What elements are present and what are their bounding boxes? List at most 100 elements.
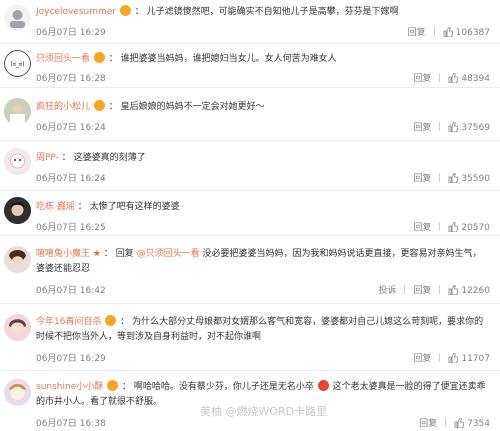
avatar[interactable] — [4, 314, 31, 341]
avatar[interactable] — [4, 98, 31, 125]
user-badge-icon — [119, 5, 131, 16]
comment: Joycelovesummer ： 儿子滤镜傻然吧，可能确实不自知他儿子是高攀，… — [0, 0, 500, 44]
comment-username[interactable]: 只须回头一看 — [36, 54, 90, 64]
avatar[interactable] — [4, 148, 31, 175]
reply-button[interactable]: 回复 — [413, 354, 431, 364]
avatar-image — [4, 314, 31, 341]
comment: 嘻嘻兔小魔王 ★ ： 回复 @只须回头一看 没必要把婆婆当妈妈，因为我和妈妈说话… — [0, 236, 500, 303]
angry-face-emoji-icon — [317, 380, 329, 391]
comment: (ಠ_ಠ) 只须回头一看 ： 谁把婆婆当妈妈，谁把媳妇当女儿。女人何苦为难女人 … — [0, 44, 500, 87]
avatar[interactable] — [4, 197, 31, 224]
like-count: 11707 — [461, 354, 490, 364]
thumbs-up-icon — [443, 27, 453, 37]
like-button[interactable]: 12260 — [448, 285, 490, 296]
like-count: 48394 — [461, 74, 490, 84]
avatar[interactable] — [4, 246, 31, 273]
thumbs-up-icon — [448, 122, 459, 132]
avatar-image — [4, 197, 31, 224]
thumbs-up-icon — [448, 353, 459, 363]
comment-username[interactable]: 疯狂的小松儿 — [36, 102, 90, 112]
reply-button[interactable]: 回复 — [413, 174, 431, 184]
user-badge-icon — [107, 380, 119, 391]
comment-username[interactable]: sunshine小小酥 — [36, 382, 103, 392]
reply-button[interactable]: 回复 — [413, 123, 431, 133]
like-button[interactable]: 106387 — [443, 27, 490, 38]
avatar-image — [4, 148, 31, 175]
avatar-image — [4, 4, 31, 31]
like-button[interactable]: 35590 — [448, 173, 490, 184]
thumbs-up-icon — [448, 285, 459, 295]
comment-timestamp: 06月07日 16:25 — [36, 223, 106, 233]
comment-colon: ： — [121, 382, 131, 392]
avatar[interactable] — [4, 4, 31, 31]
like-button[interactable]: 48394 — [448, 73, 490, 84]
comment: 吃栋 巍瑶 ： 太惨了吧有这样的婆婆 06月07日 16:25 回复 20570 — [0, 191, 500, 235]
comment: 今年16再问自杀 ： 为什么大部分丈母娘都对女婿那么客气和宽容，婆婆都对自己儿媳… — [0, 304, 500, 370]
action-divider — [439, 173, 441, 182]
avatar-image: (ಠ_ಠ) — [4, 50, 31, 77]
avatar-image — [4, 246, 31, 273]
comment-username[interactable]: 吃栋 巍瑶 — [36, 202, 75, 212]
action-divider — [439, 222, 441, 231]
action-divider — [404, 285, 406, 294]
action-divider — [445, 418, 447, 427]
comment-colon: ： — [134, 7, 144, 17]
avatar-image — [4, 98, 31, 125]
thumbs-up-icon — [448, 73, 459, 83]
comment-timestamp: 06月07日 16:42 — [36, 286, 106, 296]
comment-username[interactable]: Joycelovesummer — [36, 7, 116, 17]
like-count: 7354 — [467, 419, 490, 429]
comment: sunshine小小酥 ： 啊哈哈哈。没有蔡少芬，你儿子还是无名小卒 这个老太婆… — [0, 371, 500, 431]
like-button[interactable]: 37569 — [448, 122, 490, 133]
reply-button[interactable]: 回复 — [413, 223, 431, 233]
comment-timestamp: 06月07日 16:38 — [36, 419, 106, 429]
comment-text-part: 啊哈哈哈。没有蔡少芬，你儿子还是无名小卒 — [133, 382, 314, 392]
comment-timestamp: 06月07日 16:28 — [36, 74, 106, 84]
watermark: 美柚 @燃烧WORD卡路里 — [200, 405, 328, 418]
like-button[interactable]: 11707 — [448, 353, 490, 364]
user-badge-icon — [93, 52, 105, 63]
comment-timestamp: 06月07日 16:24 — [36, 123, 106, 133]
comment-text: 皇后娘娘的妈妈不一定会对她更好～ — [120, 102, 265, 112]
svg-text:(ಠ_ಠ): (ಠ_ಠ) — [10, 61, 24, 68]
comment-text: 为什么大部分丈母娘都对女婿那么客气和宽容，婆婆都对自己儿媳这么苛刻呢，要求你的时… — [36, 317, 484, 342]
like-count: 12260 — [461, 286, 490, 296]
reply-prefix: 回复 — [115, 249, 134, 259]
thumbs-up-icon — [448, 222, 459, 232]
comment-timestamp: 06月07日 16:29 — [36, 354, 106, 364]
action-divider — [439, 122, 441, 131]
comment-username[interactable]: 嘻嘻兔小魔王 — [36, 249, 90, 259]
avatar[interactable]: (ಠ_ಠ) — [4, 50, 31, 77]
action-divider — [439, 285, 441, 294]
mention-link[interactable]: @只须回头一看 — [137, 249, 200, 259]
avatar[interactable] — [4, 379, 31, 406]
report-button[interactable]: 投诉 — [378, 286, 396, 296]
comment-timestamp: 06月07日 16:24 — [36, 174, 106, 184]
comment: 周PP- ： 这婆婆真的刻薄了 06月07日 16:24 回复 35590 — [0, 141, 500, 190]
comment-text: 谁把婆婆当妈妈，谁把媳妇当女儿。女人何苦为难女人 — [120, 54, 337, 64]
comment-text: 没必要把婆婆当妈妈，因为我和妈妈说话更直接，更容易对亲妈生气，婆婆还能忍忍 — [36, 249, 482, 274]
comment-timestamp: 06月07日 16:29 — [36, 28, 106, 38]
comment-colon: ： — [108, 54, 118, 64]
action-divider — [439, 353, 441, 362]
reply-button[interactable]: 回复 — [408, 28, 426, 38]
comment-colon: ： — [61, 153, 71, 163]
like-button[interactable]: 7354 — [454, 418, 490, 429]
like-count: 35590 — [461, 174, 490, 184]
comment-username[interactable]: 周PP- — [36, 153, 59, 163]
comment-colon: ： — [103, 249, 113, 259]
reply-button[interactable]: 回复 — [419, 419, 437, 429]
comment-username[interactable]: 今年16再问自杀 — [36, 317, 101, 327]
like-button[interactable]: 20570 — [448, 222, 490, 233]
user-badge-icon — [105, 315, 117, 326]
thumbs-up-icon — [448, 173, 459, 183]
reply-button[interactable]: 回复 — [413, 286, 431, 296]
comment-colon: ： — [120, 317, 130, 327]
user-badge-star-icon: ★ — [92, 249, 101, 259]
comment-colon: ： — [108, 102, 118, 112]
comment-colon: ： — [77, 202, 87, 212]
like-count: 37569 — [461, 123, 490, 133]
comment: 疯狂的小松儿 ： 皇后娘娘的妈妈不一定会对她更好～ 06月07日 16:24 回… — [0, 88, 500, 140]
comment-text: 这婆婆真的刻薄了 — [73, 153, 146, 163]
reply-button[interactable]: 回复 — [413, 74, 431, 84]
